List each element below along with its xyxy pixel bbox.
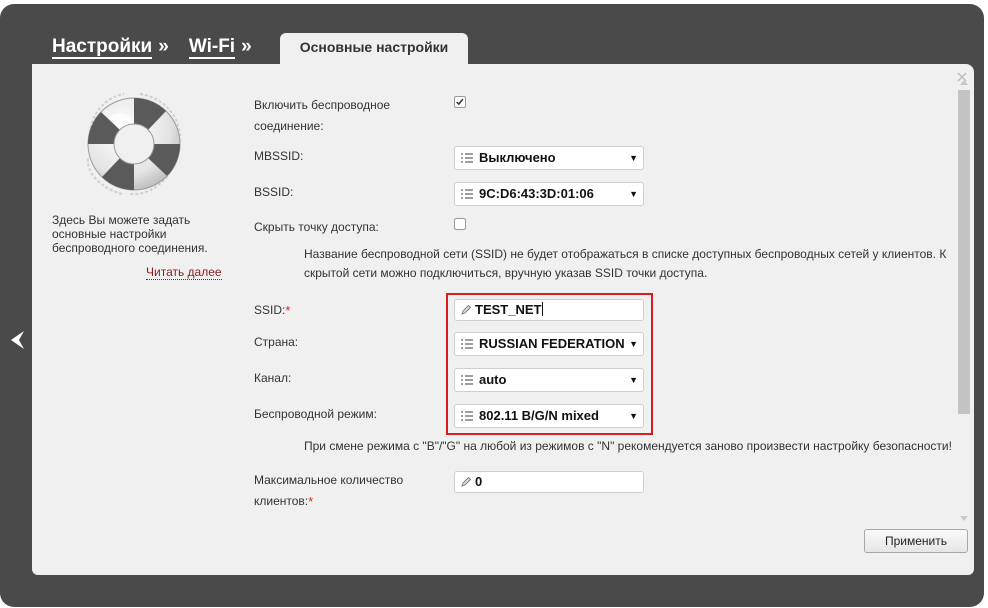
breadcrumb-settings-link[interactable]: Настройки [52,36,153,59]
highlight-box [446,293,653,435]
max-clients-input[interactable]: 0 [454,471,644,493]
breadcrumb-separator: » [158,36,169,57]
max-clients-label-text: Максимальное количество клиентов: [254,473,404,508]
mbssid-value: Выключено [479,150,556,165]
list-icon [461,189,473,199]
enable-wireless-label: Включить беспроводное соединение: [254,98,391,133]
scrollbar-thumb[interactable] [958,90,970,414]
ssid-label-text: SSID: [254,303,286,317]
tab-basic-settings[interactable]: Основные настройки [280,33,468,64]
list-icon [461,153,473,163]
chevron-left-icon[interactable] [10,330,26,350]
help-text: Здесь Вы можете задать основные настройк… [52,213,208,255]
bssid-select[interactable]: 9C:D6:43:3D:01:06 ▼ [454,182,644,206]
enable-wireless-checkbox[interactable] [454,96,466,108]
scroll-up-icon[interactable] [959,78,969,86]
read-more-link[interactable]: Читать далее [146,265,222,280]
scrollbar[interactable] [956,76,970,523]
hide-ap-checkbox[interactable] [454,218,466,230]
max-clients-label: Максимальное количество клиентов:* [254,470,429,512]
required-mark: * [285,303,291,318]
mbssid-label: MBSSID: [254,149,304,163]
bssid-value: 9C:D6:43:3D:01:06 [479,186,594,201]
mbssid-select[interactable]: Выключено ▼ [454,146,644,170]
wireless-mode-note: При смене режима с "B"/"G" на любой из р… [304,439,952,453]
breadcrumb-wifi-link[interactable]: Wi-Fi [188,36,236,59]
scroll-down-icon[interactable] [959,515,969,523]
ssid-label: SSID:* [254,300,290,321]
hide-ap-note: Название беспроводной сети (SSID) не буд… [304,247,947,280]
triangle-down-icon: ▼ [626,183,638,205]
wireless-mode-label: Беспроводной режим: [254,407,377,421]
breadcrumb-separator: » [241,36,252,57]
checkmark-icon [456,98,464,106]
pencil-icon [461,476,472,487]
breadcrumb: Настройки» Wi-Fi» [52,36,258,59]
hide-ap-label: Скрыть точку доступа: [254,220,379,234]
bssid-label: BSSID: [254,185,294,199]
apply-button[interactable]: Применить [864,529,968,553]
required-mark: * [308,494,314,509]
lifebuoy-icon [86,93,181,196]
country-label: Страна: [254,335,299,349]
max-clients-value: 0 [475,474,483,489]
triangle-down-icon: ▼ [626,147,638,169]
channel-label: Канал: [254,371,292,385]
